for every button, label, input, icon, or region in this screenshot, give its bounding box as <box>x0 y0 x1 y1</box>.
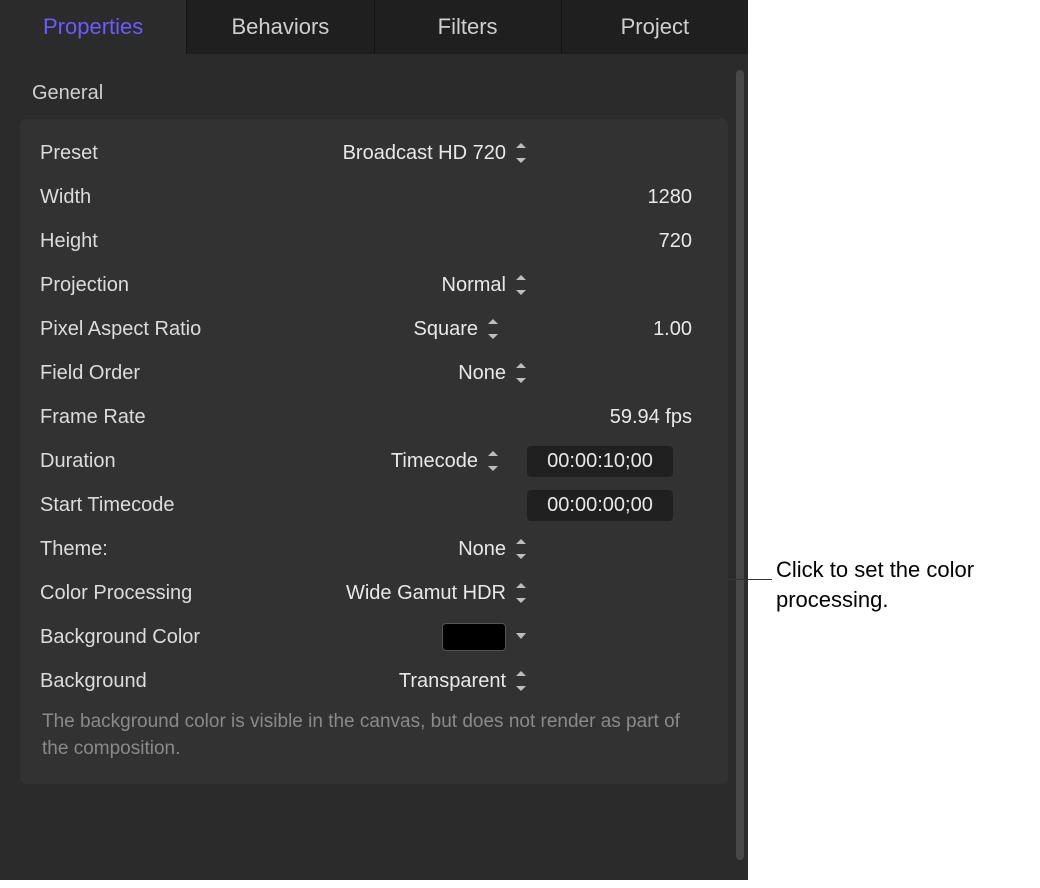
inspector-tabs: Properties Behaviors Filters Project <box>0 0 748 54</box>
field-order-value: None <box>458 362 506 385</box>
stepper-icon <box>486 452 500 470</box>
row-preset: Preset Broadcast HD 720 <box>20 131 728 175</box>
row-color-processing: Color Processing Wide Gamut HDR <box>20 571 728 615</box>
background-popup[interactable]: Transparent <box>399 670 528 693</box>
pixel-aspect-popup[interactable]: Square <box>414 318 501 341</box>
row-frame-rate: Frame Rate 59.94 fps <box>20 395 728 439</box>
stepper-icon <box>514 364 528 382</box>
stepper-icon <box>514 584 528 602</box>
label-width: Width <box>40 186 260 209</box>
stepper-icon <box>514 672 528 690</box>
width-value[interactable]: 1280 <box>508 186 708 209</box>
color-processing-value: Wide Gamut HDR <box>346 582 506 605</box>
pixel-aspect-mode-value: Square <box>414 318 479 341</box>
label-background-color: Background Color <box>40 626 260 649</box>
row-width: Width 1280 <box>20 175 728 219</box>
tab-properties[interactable]: Properties <box>0 0 187 54</box>
stepper-icon <box>514 144 528 162</box>
background-color-swatch[interactable] <box>442 623 528 651</box>
callout-leader-line <box>529 579 772 580</box>
row-background: Background Transparent <box>20 659 728 703</box>
pixel-aspect-value[interactable]: 1.00 <box>508 318 708 341</box>
label-frame-rate: Frame Rate <box>40 406 260 429</box>
row-pixel-aspect: Pixel Aspect Ratio Square 1.00 <box>20 307 728 351</box>
row-duration: Duration Timecode 00:00:10;00 <box>20 439 728 483</box>
tab-behaviors[interactable]: Behaviors <box>187 0 374 54</box>
label-projection: Projection <box>40 274 260 297</box>
label-height: Height <box>40 230 260 253</box>
label-pixel-aspect: Pixel Aspect Ratio <box>40 318 260 341</box>
background-value: Transparent <box>399 670 506 693</box>
preset-popup[interactable]: Broadcast HD 720 <box>343 142 528 165</box>
label-duration: Duration <box>40 450 260 473</box>
row-height: Height 720 <box>20 219 728 263</box>
duration-mode-value: Timecode <box>391 450 478 473</box>
inspector-panel: Properties Behaviors Filters Project Gen… <box>0 0 748 880</box>
label-start-timecode: Start Timecode <box>40 494 260 517</box>
row-start-timecode: Start Timecode 00:00:00;00 <box>20 483 728 527</box>
theme-popup[interactable]: None <box>458 538 528 561</box>
section-header-general: General <box>20 72 728 119</box>
tab-project[interactable]: Project <box>562 0 748 54</box>
color-swatch-box <box>442 623 506 651</box>
row-background-color: Background Color <box>20 615 728 659</box>
label-theme: Theme: <box>40 538 260 561</box>
label-preset: Preset <box>40 142 260 165</box>
start-timecode-field[interactable]: 00:00:00;00 <box>527 490 673 521</box>
row-projection: Projection Normal <box>20 263 728 307</box>
chevron-down-icon <box>514 630 528 644</box>
callout-text: Click to set the color processing. <box>776 555 1016 614</box>
general-form: Preset Broadcast HD 720 Width 1280 Heigh… <box>20 119 728 784</box>
projection-popup[interactable]: Normal <box>442 274 528 297</box>
label-color-processing: Color Processing <box>40 582 240 605</box>
height-value[interactable]: 720 <box>508 230 708 253</box>
row-field-order: Field Order None <box>20 351 728 395</box>
row-theme: Theme: None <box>20 527 728 571</box>
color-processing-popup[interactable]: Wide Gamut HDR <box>346 582 528 605</box>
inspector-content: General Preset Broadcast HD 720 Width 12… <box>0 54 748 784</box>
frame-rate-value[interactable]: 59.94 fps <box>508 406 708 429</box>
stepper-icon <box>514 540 528 558</box>
duration-mode-popup[interactable]: Timecode <box>391 450 500 473</box>
stepper-icon <box>514 276 528 294</box>
preset-value: Broadcast HD 720 <box>343 142 506 165</box>
stepper-icon <box>486 320 500 338</box>
scrollbar[interactable] <box>736 70 744 860</box>
duration-timecode-field[interactable]: 00:00:10;00 <box>527 446 673 477</box>
theme-value: None <box>458 538 506 561</box>
label-field-order: Field Order <box>40 362 260 385</box>
background-note: The background color is visible in the c… <box>20 703 728 762</box>
tab-filters[interactable]: Filters <box>375 0 562 54</box>
projection-value: Normal <box>442 274 506 297</box>
field-order-popup[interactable]: None <box>458 362 528 385</box>
label-background: Background <box>40 670 260 693</box>
